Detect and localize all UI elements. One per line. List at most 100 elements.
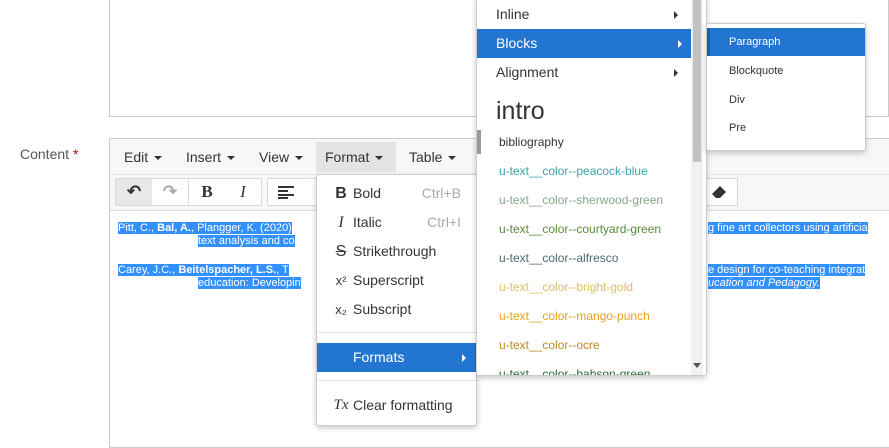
alfresco-label: u-text__color--alfresco (499, 251, 619, 265)
superscript-icon: x² (335, 273, 347, 288)
strikethrough-label: Strikethrough (353, 243, 437, 259)
block-pre-item[interactable]: Pre (707, 114, 865, 142)
courtyard-green-label: u-text__color--courtyard-green (499, 222, 662, 236)
align-left-button[interactable] (268, 179, 304, 205)
style-ocre-item[interactable]: u-text__color--ocre (477, 331, 706, 360)
style-peacock-blue-item[interactable]: u-text__color--peacock-blue (477, 157, 706, 186)
menu-format[interactable]: Format (316, 142, 396, 172)
undo-button[interactable]: ↶ (116, 179, 152, 205)
chevron-right-icon (674, 69, 678, 77)
bibliography-label: bibliography (499, 135, 564, 149)
style-sherwood-green-item[interactable]: u-text__color--sherwood-green (477, 186, 706, 215)
reference-2-line-2: education: Developin (198, 277, 301, 290)
formats-blocks-item[interactable]: Blocks (477, 29, 691, 58)
format-formats-item[interactable]: Formats (317, 343, 476, 372)
style-mango-punch-item[interactable]: u-text__color--mango-punch (477, 302, 706, 331)
bold-icon: B (335, 185, 347, 202)
ref2-authors: Carey, J.C., (118, 264, 179, 276)
redo-button[interactable]: ↷ (152, 179, 188, 205)
formats-scrollbar[interactable] (691, 0, 703, 375)
menu-view-label: View (259, 149, 290, 165)
format-italic-item[interactable]: I Italic Ctrl+I (317, 208, 476, 237)
style-bibliography-item[interactable]: bibliography (477, 128, 706, 157)
babson-green-label: u-text__color--babson-green (499, 367, 651, 376)
reference-2-tail: e design for co-teaching integrat (708, 264, 866, 277)
format-strikethrough-item[interactable]: S Strikethrough (317, 237, 476, 266)
peacock-blue-label: u-text__color--peacock-blue (499, 164, 648, 178)
blocks-submenu: Paragraph Blockquote Div Pre (706, 23, 866, 151)
chevron-down-icon (375, 156, 384, 161)
reference-1-tail: g fine art collectors using artificia (708, 222, 868, 235)
ref2-tail-text: e design for co-teaching integrat (708, 264, 866, 276)
format-clear-item[interactable]: Tx Clear formatting (317, 391, 476, 420)
redo-icon: ↷ (162, 182, 178, 201)
menu-table-label: Table (409, 149, 443, 165)
strikethrough-icon: S (335, 243, 347, 260)
bold-label: Bold (353, 185, 382, 201)
scrollbar-thumb[interactable] (693, 0, 701, 162)
format-menu: B Bold Ctrl+B I Italic Ctrl+I S Striketh… (316, 174, 477, 426)
menu-insert-label: Insert (186, 149, 222, 165)
block-div-item[interactable]: Div (707, 86, 865, 114)
paragraph-marker (707, 28, 710, 56)
ref2-line2-text: education: Developin (198, 277, 301, 289)
align-left-icon (278, 186, 294, 199)
alignment-label: Alignment (496, 64, 559, 80)
undo-icon: ↶ (126, 182, 142, 201)
style-alfresco-item[interactable]: u-text__color--alfresco (477, 244, 706, 273)
scroll-down-arrow-icon[interactable] (693, 363, 701, 368)
menu-divider (317, 332, 476, 333)
content-label-text: Content (20, 146, 70, 162)
chevron-right-icon (678, 40, 682, 48)
style-courtyard-green-item[interactable]: u-text__color--courtyard-green (477, 215, 706, 244)
blockquote-label: Blockquote (729, 65, 784, 77)
ref2-line2-tail-text: ucation and Pedagogy. (708, 277, 820, 289)
style-bright-gold-item[interactable]: u-text__color--bright-gold (477, 273, 706, 302)
menu-table[interactable]: Table (400, 142, 465, 172)
chevron-down-icon (154, 156, 163, 161)
menu-edit[interactable]: Edit (115, 142, 171, 172)
menu-edit-label: Edit (124, 149, 149, 165)
pre-label: Pre (729, 122, 747, 134)
chevron-right-icon (462, 354, 466, 362)
block-blockquote-item[interactable]: Blockquote (707, 57, 865, 85)
style-intro-item[interactable]: intro (477, 93, 706, 129)
mango-punch-label: u-text__color--mango-punch (499, 309, 650, 323)
formats-alignment-item[interactable]: Alignment (477, 58, 706, 87)
menu-view[interactable]: View (250, 142, 312, 172)
menu-divider (317, 380, 476, 381)
sherwood-green-label: u-text__color--sherwood-green (499, 193, 664, 207)
italic-button[interactable]: I (225, 179, 261, 205)
reference-2-line-1: Carey, J.C., Beitelspacher, L.S., T (118, 264, 289, 277)
bold-shortcut: Ctrl+B (421, 185, 461, 201)
chevron-down-icon (448, 156, 457, 161)
history-group: ↶ ↷ (115, 178, 189, 206)
subscript-icon: x₂ (335, 302, 347, 317)
bold-icon: B (201, 182, 213, 201)
format-subscript-item[interactable]: x₂ Subscript (317, 295, 476, 324)
format-superscript-item[interactable]: x² Superscript (317, 266, 476, 295)
blocks-label: Blocks (496, 35, 538, 51)
ref2-rest: , T (276, 264, 289, 276)
format-bold-item[interactable]: B Bold Ctrl+B (317, 179, 476, 208)
ref1-bold-author: Bal, A. (157, 222, 191, 234)
ref1-year: , Plangger, K. (2020) (190, 222, 292, 234)
italic-icon: I (338, 214, 344, 231)
menu-insert[interactable]: Insert (177, 142, 244, 172)
reference-1-line-1: Pitt, C., Bal, A., Plangger, K. (2020) (118, 222, 318, 235)
clear-formatting-label: Clear formatting (353, 397, 453, 413)
style-group: B I (188, 178, 262, 206)
ref1-line2-text: text analysis and co (198, 235, 295, 247)
subscript-label: Subscript (353, 301, 412, 317)
block-paragraph-item[interactable]: Paragraph (707, 28, 865, 56)
ocre-label: u-text__color--ocre (499, 338, 600, 352)
bold-button[interactable]: B (189, 179, 225, 205)
italic-label: Italic (353, 214, 382, 230)
formats-inline-item[interactable]: Inline (477, 0, 706, 29)
ref2-bold-author: Beitelspacher, L.S. (178, 264, 277, 276)
style-babson-green-item[interactable]: u-text__color--babson-green (477, 360, 706, 376)
chevron-down-icon (295, 156, 304, 161)
menu-format-label: Format (325, 149, 370, 165)
intro-label: intro (496, 97, 545, 125)
required-mark: * (72, 146, 79, 162)
